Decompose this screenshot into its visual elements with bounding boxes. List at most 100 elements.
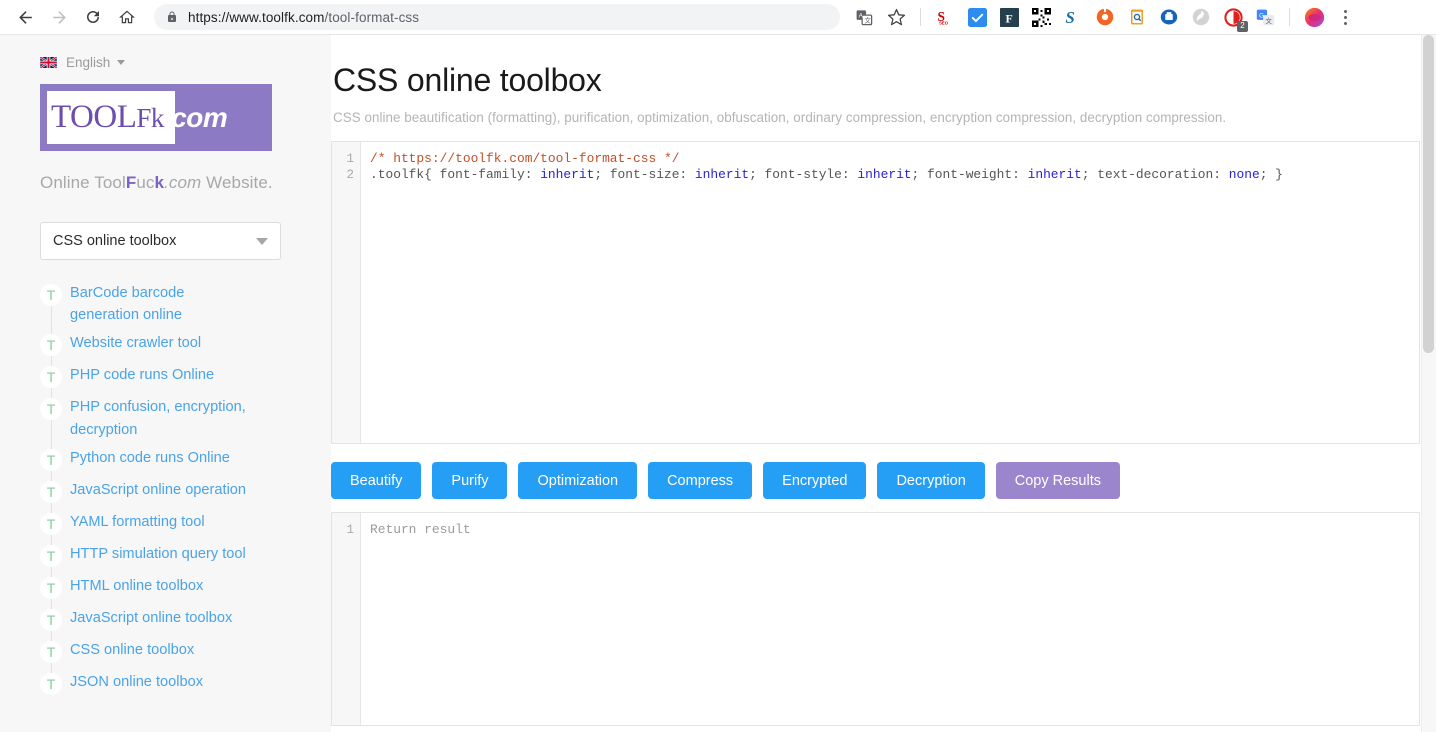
tagline-bold-f: F [125, 173, 137, 192]
sidebar-item-label: Python code runs Online [70, 449, 230, 466]
decryption-button[interactable]: Decryption [877, 462, 985, 500]
optimization-button[interactable]: Optimization [518, 462, 638, 500]
home-icon[interactable] [113, 3, 141, 31]
clipboard-search-extension-icon[interactable] [1125, 5, 1149, 29]
tool-letter-icon: T [40, 544, 62, 567]
url-text: https://www.toolfk.com/tool-format-css [188, 10, 419, 25]
sidebar-item-label: BarCode barcode generation online [70, 285, 185, 324]
sidebar-item-http-simulation[interactable]: T HTTP simulation query tool [0, 543, 331, 579]
sidebar-item-php-run[interactable]: T PHP code runs Online [0, 364, 331, 401]
forward-arrow-icon[interactable] [45, 3, 73, 31]
chevron-down-icon [117, 59, 126, 65]
sidebar-item-javascript-operation[interactable]: T JavaScript online operation [0, 479, 331, 515]
translate-icon[interactable]: A文 [852, 5, 876, 29]
sidebar: English TOOLFk.com Online ToolFuck.com W… [0, 35, 331, 732]
gray-swirl-extension-icon[interactable] [1189, 5, 1213, 29]
input-code-area[interactable]: /* https://toolfk.com/tool-format-css */… [361, 142, 1419, 443]
compress-button[interactable]: Compress [648, 462, 753, 500]
sidebar-item-html-toolbox[interactable]: T HTML online toolbox [0, 575, 331, 611]
site-tagline: Online ToolFuck.com Website. [40, 173, 331, 193]
code-selector: .toolfk{ font-family: [370, 167, 541, 183]
code-sep: ; text-decoration: [1081, 167, 1229, 183]
page-scrollbar-thumb[interactable] [1423, 35, 1434, 353]
output-code-area[interactable]: Return result [361, 513, 1419, 725]
seo-extension-icon[interactable]: S SEO [933, 5, 957, 29]
page-scrollbar[interactable] [1421, 35, 1436, 732]
code-sep: ; font-weight: [911, 167, 1028, 183]
address-bar[interactable]: https://www.toolfk.com/tool-format-css [154, 4, 840, 30]
extension-badge-count: 2 [1237, 21, 1248, 32]
encrypted-button[interactable]: Encrypted [763, 462, 867, 500]
tool-letter-icon: T [40, 576, 62, 599]
line-number: 1 [346, 152, 354, 167]
toolbar-divider-2 [1289, 8, 1290, 26]
tagline-dotcom: .com [164, 173, 202, 192]
sidebar-item-label: JSON online toolbox [70, 673, 204, 690]
fonts-extension-icon[interactable]: F [997, 5, 1021, 29]
sidebar-item-python-run[interactable]: T Python code runs Online [0, 447, 331, 483]
css-input-editor[interactable]: 12 /* https://toolfk.com/tool-format-css… [331, 141, 1420, 445]
input-line-numbers: 12 [332, 142, 361, 444]
sidebar-item-barcode[interactable]: T BarCode barcode generation online [0, 282, 331, 337]
purify-button[interactable]: Purify [432, 462, 508, 500]
beautify-button[interactable]: Beautify [331, 462, 422, 500]
tool-select[interactable]: CSS online toolbox [40, 222, 281, 260]
tagline-bold-k: k [154, 173, 165, 192]
tool-menu-list: T BarCode barcode generation online T We… [0, 282, 331, 703]
sidebar-item-php-encryption[interactable]: T PHP confusion, encryption, decryption [0, 396, 331, 451]
line-number: 1 [346, 523, 354, 538]
chrome-menu-icon[interactable] [1332, 4, 1358, 30]
language-selector[interactable]: English [0, 35, 331, 70]
toolbar-divider [920, 8, 921, 26]
sidebar-item-yaml[interactable]: T YAML formatting tool [0, 511, 331, 547]
svg-text:SEO: SEO [939, 21, 949, 26]
copy-results-button[interactable]: Copy Results [995, 462, 1120, 500]
sidebar-item-css-toolbox[interactable]: T CSS online toolbox [0, 639, 331, 675]
sidebar-item-label: PHP code runs Online [70, 367, 215, 384]
code-sep: ; font-size: [594, 167, 695, 183]
main-content: CSS online toolbox CSS online beautifica… [331, 35, 1436, 732]
url-origin: https://www.toolfk.com [188, 9, 325, 25]
code-value: none [1228, 167, 1260, 183]
tool-letter-icon: T [40, 448, 62, 471]
uk-flag-icon [40, 56, 57, 68]
sidebar-item-label: YAML formatting tool [70, 513, 205, 530]
star-bookmark-icon[interactable] [884, 5, 908, 29]
orange-circle-extension-icon[interactable] [1093, 5, 1117, 29]
sidebar-item-label: HTML online toolbox [70, 577, 204, 594]
code-comment: /* https://toolfk.com/tool-format-css */ [370, 151, 680, 167]
tagline-post: Website. [201, 173, 273, 192]
sidebar-item-javascript-toolbox[interactable]: T JavaScript online toolbox [0, 607, 331, 643]
tagline-pre: Online Tool [40, 173, 126, 192]
sidebar-item-label: CSS online toolbox [70, 641, 195, 658]
reload-icon[interactable] [79, 3, 107, 31]
browser-toolbar: https://www.toolfk.com/tool-format-css A… [0, 0, 1436, 35]
tool-letter-icon: T [40, 608, 62, 631]
code-value: inherit [694, 167, 750, 183]
code-sep: ; } [1259, 167, 1283, 183]
connector-line [50, 304, 52, 337]
action-button-row: Beautify Purify Optimization Compress En… [331, 462, 1420, 500]
logo-part-tool: TOOL [51, 99, 137, 135]
qr-code-extension-icon[interactable] [1029, 5, 1053, 29]
sidebar-item-label: JavaScript online toolbox [70, 609, 233, 626]
connector-line [50, 418, 52, 451]
printer-extension-icon[interactable] [1157, 5, 1181, 29]
tool-letter-icon: T [40, 398, 62, 421]
s-extension-icon[interactable]: S [1061, 5, 1085, 29]
lock-icon [166, 10, 178, 24]
google-translate-extension-icon[interactable]: G文 [1253, 5, 1277, 29]
code-value: inherit [540, 167, 595, 183]
svg-text:S: S [1066, 8, 1075, 27]
css-output-editor[interactable]: 1 Return result [331, 512, 1420, 727]
sidebar-item-website-crawler[interactable]: T Website crawler tool [0, 332, 331, 369]
profile-avatar-icon[interactable] [1302, 5, 1326, 29]
url-path: /tool-format-css [324, 9, 420, 25]
red-circle-extension-icon[interactable]: 2 [1221, 5, 1248, 32]
tool-letter-icon: T [40, 640, 62, 663]
checkmark-extension-icon[interactable] [965, 5, 989, 29]
logo-part-k: k [150, 103, 165, 133]
back-arrow-icon[interactable] [11, 3, 39, 31]
site-logo[interactable]: TOOLFk.com [40, 84, 272, 151]
sidebar-item-json-toolbox[interactable]: T JSON online toolbox [0, 671, 331, 703]
